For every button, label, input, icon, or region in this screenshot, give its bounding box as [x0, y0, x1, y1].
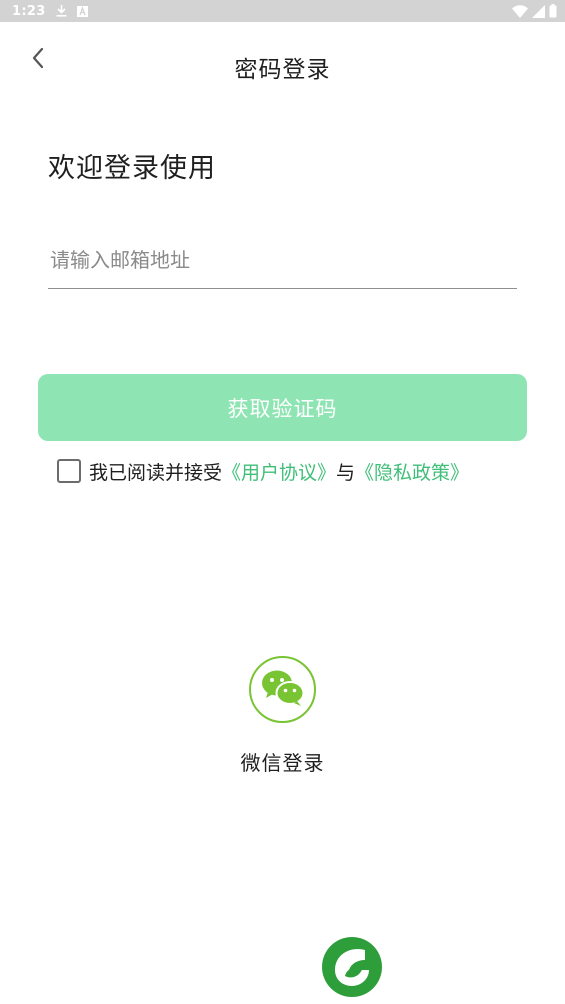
get-code-button-label: 获取验证码	[227, 396, 338, 421]
header: 密码登录	[0, 22, 565, 112]
email-field-wrapper	[48, 234, 517, 289]
wechat-icon	[261, 669, 305, 711]
get-code-button[interactable]: 获取验证码	[38, 374, 527, 441]
status-right	[512, 4, 557, 18]
welcome-heading: 欢迎登录使用	[48, 153, 216, 184]
status-left: 1:23	[12, 4, 88, 19]
a11y-icon	[76, 5, 88, 17]
email-input[interactable]	[48, 234, 517, 286]
user-agreement-link[interactable]: 《用户协议》	[222, 458, 336, 485]
privacy-policy-link[interactable]: 《隐私政策》	[355, 458, 469, 485]
agreement-connector: 与	[336, 461, 356, 484]
wechat-login-label: 微信登录	[240, 751, 325, 775]
agreement-prefix: 我已阅读并接受	[89, 461, 223, 484]
signal-icon	[532, 4, 545, 18]
status-bar: 1:23	[0, 0, 565, 22]
wechat-login-button[interactable]: 微信登录	[222, 656, 343, 776]
status-time: 1:23	[12, 3, 46, 19]
wechat-icon-circle[interactable]	[249, 656, 316, 723]
page-title: 密码登录	[234, 57, 331, 83]
login-screen: 1:23 密码登录 欢迎登录使用 请输入邮箱地址 获取验证码 我已阅读并接受 《…	[0, 0, 565, 1004]
agreement-row: 我已阅读并接受 《用户协议》 与 《隐私政策》	[57, 456, 469, 486]
agreement-checkbox[interactable]	[57, 459, 81, 483]
leaf-logo-icon	[321, 936, 383, 998]
download-icon	[56, 5, 67, 17]
wifi-icon	[512, 4, 528, 18]
battery-icon	[549, 4, 557, 18]
